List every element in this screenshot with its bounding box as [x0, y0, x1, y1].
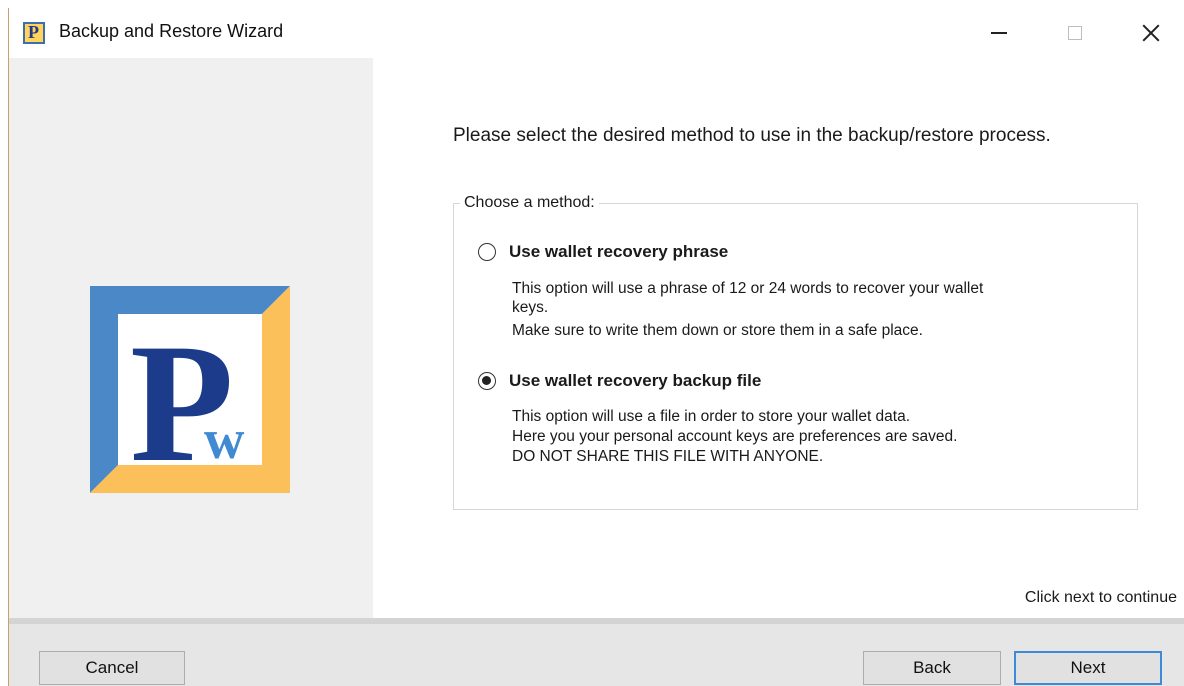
content-panel: Please select the desired method to use …: [373, 58, 1184, 618]
option-label-backup-file[interactable]: Use wallet recovery backup file: [509, 371, 761, 391]
maximize-icon: [1068, 26, 1082, 40]
window-title: Backup and Restore Wizard: [59, 21, 284, 41]
instruction-text: Please select the desired method to use …: [453, 125, 1051, 146]
option-description-line: keys.: [512, 299, 549, 316]
back-button[interactable]: Back: [863, 651, 1001, 685]
title-bar: P Backup and Restore Wizard: [9, 8, 1184, 58]
button-bar: Cancel Back Next: [9, 618, 1184, 686]
radio-recovery-phrase[interactable]: [478, 243, 496, 261]
minimize-icon: [991, 32, 1007, 34]
cancel-button[interactable]: Cancel: [39, 651, 185, 685]
pw-logo: P w: [90, 286, 290, 493]
left-banner-panel: P w: [9, 58, 373, 618]
app-logo-icon: P: [23, 22, 45, 44]
method-group-box: Choose a method: Use wallet recovery phr…: [453, 194, 1138, 510]
minimize-button[interactable]: [969, 8, 1029, 58]
option-description-line: DO NOT SHARE THIS FILE WITH ANYONE.: [512, 448, 824, 465]
maximize-button[interactable]: [1045, 8, 1105, 58]
logo-letter-w: w: [204, 409, 245, 471]
radio-backup-file[interactable]: [478, 372, 496, 390]
option-description-line: Here you your personal account keys are …: [512, 428, 958, 445]
app-logo-letter: P: [28, 22, 39, 42]
close-icon: [1142, 24, 1160, 42]
group-label: Choose a method:: [460, 194, 599, 212]
option-description-line: This option will use a phrase of 12 or 2…: [512, 280, 984, 297]
wizard-window: P Backup and Restore Wizard P w Please s…: [8, 8, 1184, 686]
close-button[interactable]: [1121, 8, 1181, 58]
next-button[interactable]: Next: [1014, 651, 1162, 685]
option-description-line: This option will use a file in order to …: [512, 408, 911, 425]
option-label-recovery-phrase[interactable]: Use wallet recovery phrase: [509, 242, 728, 262]
option-description-line: Make sure to write them down or store th…: [512, 322, 923, 339]
continue-hint: Click next to continue: [1024, 589, 1177, 606]
